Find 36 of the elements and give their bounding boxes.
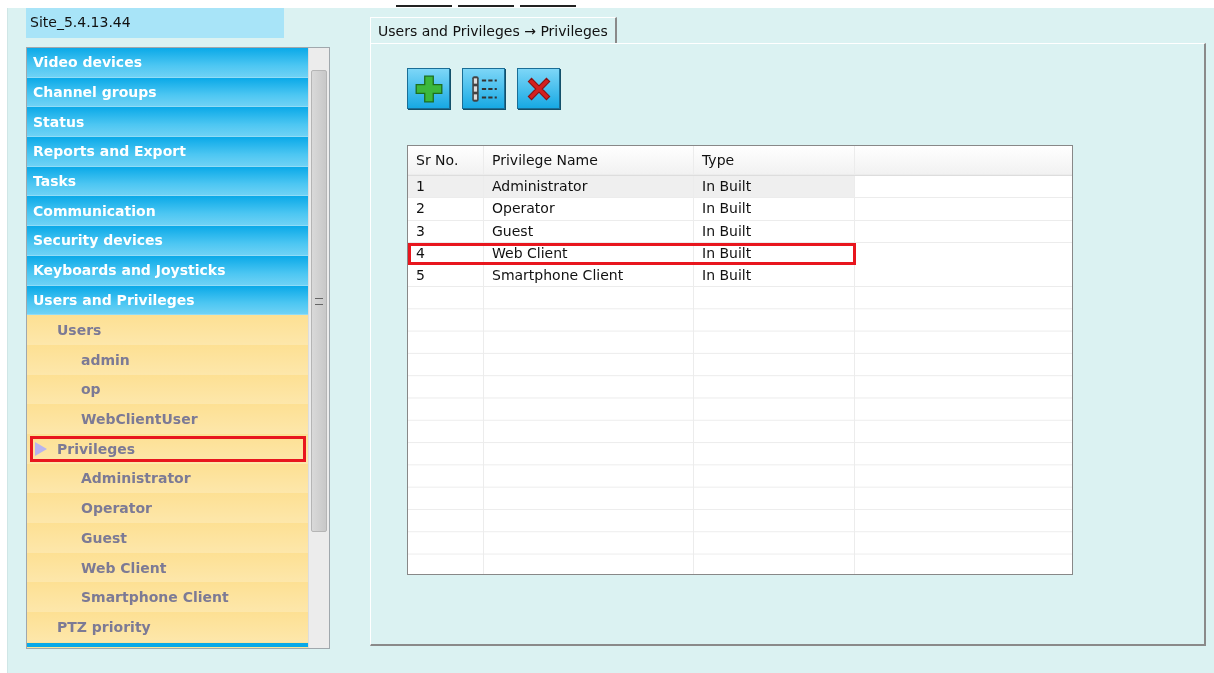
add-button[interactable] — [407, 68, 450, 109]
site-label: Site_5.4.13.44 — [26, 8, 284, 38]
column-header[interactable]: Sr No. — [408, 146, 484, 175]
tree-section[interactable]: Security devices — [27, 226, 308, 256]
table-cell: In Built — [694, 242, 855, 266]
tree-section[interactable]: Communication — [27, 196, 308, 227]
highlighted-row[interactable]: 4 Web Client In Built — [408, 242, 856, 266]
delete-button[interactable] — [517, 68, 560, 109]
column-header[interactable]: Type — [694, 146, 855, 175]
table-cell: In Built — [694, 220, 855, 243]
list-button[interactable] — [462, 68, 505, 109]
table-cell: In Built — [694, 176, 855, 199]
tree-section[interactable]: Tasks — [27, 166, 308, 197]
scrollbar[interactable] — [308, 48, 329, 648]
tree-section[interactable]: Users and Privileges — [27, 285, 308, 316]
tree-section[interactable]: Video devices — [27, 48, 308, 78]
triangle-icon — [35, 441, 47, 456]
table-cell: 4 — [408, 242, 484, 266]
table-cell: Web Client — [484, 242, 694, 266]
tab[interactable]: Users and Privileges → Privileges — [370, 17, 617, 44]
table-cell: Smartphone Client — [484, 265, 694, 288]
table-cell: In Built — [694, 198, 855, 221]
table-cell: Operator — [484, 198, 694, 221]
table-cell: 2 — [408, 198, 484, 221]
tree-section[interactable]: Reports and Export — [27, 137, 308, 167]
table-cell: 1 — [408, 176, 484, 199]
tree-section[interactable]: Keyboards and Joysticks — [27, 255, 308, 286]
column-header[interactable]: Privilege Name — [484, 146, 694, 175]
table-cell: In Built — [694, 265, 855, 288]
table-cell: Administrator — [484, 176, 694, 199]
table-cell: 3 — [408, 220, 484, 243]
table-cell: 5 — [408, 265, 484, 288]
tree-section[interactable]: Channel groups — [27, 77, 308, 108]
tree-section[interactable]: Status — [27, 107, 308, 138]
tree-item[interactable]: Privileges — [30, 435, 306, 462]
table-cell: Guest — [484, 220, 694, 243]
